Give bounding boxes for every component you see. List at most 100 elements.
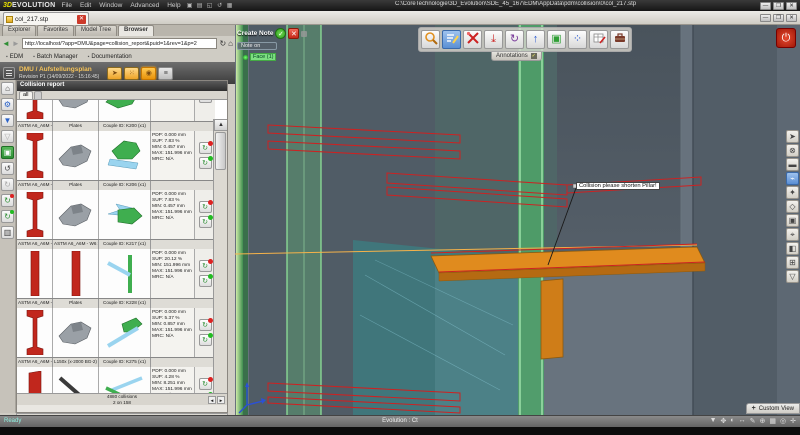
checkbox-icon[interactable]: ▣ <box>186 2 194 10</box>
reject-action-button[interactable]: ↻ <box>199 319 212 331</box>
collision-thumbnail[interactable] <box>99 308 151 357</box>
table-row[interactable]: ASTM A6_A6M - W6 x 15 ... Plates Couple … <box>17 181 215 240</box>
status-crosshair-icon[interactable]: ✛ <box>790 417 796 425</box>
part1-thumbnail[interactable] <box>17 367 53 393</box>
approve-action-button[interactable]: ↻ <box>199 334 212 346</box>
menu-window[interactable]: Window <box>99 2 122 9</box>
status-pan-icon[interactable]: ↔ <box>739 417 746 425</box>
filter-view-icon[interactable]: ▽ <box>786 270 799 283</box>
note-edit-icon[interactable] <box>442 30 461 49</box>
close-tab-icon[interactable]: ✕ <box>77 15 86 24</box>
minimize-button[interactable]: ― <box>760 2 771 10</box>
note-target-face[interactable]: Face (1) <box>243 53 287 61</box>
close-button[interactable]: ✕ <box>786 2 797 10</box>
undo-icon[interactable]: ↺ <box>216 2 224 10</box>
home-icon[interactable]: ⌂ <box>228 39 233 48</box>
measure-arrow-icon[interactable]: ⤓ <box>484 30 503 49</box>
menu-advanced[interactable]: Advanced <box>130 2 159 9</box>
status-filter-icon[interactable]: ▼ <box>710 417 717 425</box>
table-scrollbar[interactable]: ▲ ▼ <box>213 119 227 393</box>
status-clipboard-icon[interactable]: ▦ <box>769 417 776 425</box>
part2-thumbnail[interactable] <box>53 100 99 121</box>
refresh-icon[interactable]: ↻ <box>219 39 226 48</box>
link-documentation[interactable]: Documentation <box>88 54 132 60</box>
3d-viewport[interactable]: Create Note ✓ ✕ Note on Face (1) ⤓ <box>235 25 800 415</box>
part2-thumbnail[interactable] <box>53 190 99 239</box>
part1-thumbnail[interactable] <box>17 100 53 121</box>
report-tab-all[interactable]: all <box>19 91 33 99</box>
part2-thumbnail[interactable] <box>53 131 99 180</box>
annotations-tab[interactable]: Annotations ✓ <box>491 52 542 61</box>
confirm-note-button[interactable]: ✓ <box>275 28 286 39</box>
hamburger-menu-icon[interactable] <box>3 67 15 79</box>
collision-note-label[interactable]: Collision please shorten Pillar! <box>576 182 660 190</box>
approve-action-button[interactable]: ↻ <box>199 100 212 103</box>
tools-icon[interactable] <box>463 30 482 49</box>
document-tab[interactable]: col_217.stp ✕ <box>3 12 89 25</box>
filter-icon[interactable]: ▼ <box>1 114 14 127</box>
refresh-cycle-icon[interactable]: ↺ <box>1 162 14 175</box>
note-more-icon[interactable] <box>301 31 307 37</box>
menu-file[interactable]: File <box>62 2 72 9</box>
cancel-note-button[interactable]: ✕ <box>288 28 299 39</box>
approve-action-button[interactable]: ↻ <box>199 157 212 169</box>
table-row[interactable]: ASTM A6_A6M - W6 x 15 ... Plates Couple … <box>17 122 215 181</box>
green-column-edge[interactable] <box>236 25 243 415</box>
scroll-up-icon[interactable]: ▲ <box>214 119 227 131</box>
status-target-icon[interactable]: ◎ <box>780 417 786 425</box>
status-eye-icon[interactable]: ◐ <box>730 417 734 425</box>
tab-explorer[interactable]: Explorer <box>2 25 36 36</box>
active-check-icon[interactable]: ▣ <box>1 146 14 159</box>
status-red-icon[interactable]: ↻ <box>1 194 14 207</box>
section-icon[interactable]: ▬ <box>786 158 799 171</box>
tab-favorites[interactable]: Favorites <box>37 25 74 36</box>
image-capture-icon[interactable]: ▣ <box>786 214 799 227</box>
approve-action-button[interactable]: ↻ <box>199 216 212 228</box>
dark-slab-upper[interactable] <box>557 25 681 263</box>
annotations-check-icon[interactable]: ✓ <box>531 53 537 59</box>
grid-view-button[interactable]: ⁙ <box>124 67 139 80</box>
grid-panel-icon[interactable]: ⊞ <box>786 256 799 269</box>
part1-thumbnail[interactable] <box>17 190 53 239</box>
upload-icon[interactable]: ↑ <box>526 30 545 49</box>
3d-scene[interactable] <box>235 25 800 415</box>
tab-model-tree[interactable]: Model Tree <box>75 25 117 36</box>
options-button[interactable]: ≡ <box>158 67 173 80</box>
menu-edit[interactable]: Edit <box>80 2 91 9</box>
collision-tool-button[interactable]: ◉ <box>141 67 156 80</box>
home-page-icon[interactable]: ⌂ <box>1 82 14 95</box>
table-row[interactable]: ASTM A6_A6M - W6 x 15 ... Plates Couple … <box>17 299 215 358</box>
next-page-button[interactable]: ► <box>217 396 225 404</box>
layout-icon[interactable]: ◱ <box>206 2 214 10</box>
menu-help[interactable]: Help <box>167 2 180 9</box>
part1-thumbnail[interactable] <box>17 308 53 357</box>
collision-thumbnail[interactable] <box>99 131 151 180</box>
axis-icon[interactable]: ⌖ <box>786 228 799 241</box>
forward-icon[interactable]: ► <box>12 39 20 49</box>
copy-frame-icon[interactable]: ▣ <box>547 30 566 49</box>
prev-page-button[interactable]: ◄ <box>208 396 216 404</box>
magnifier-icon[interactable] <box>421 30 440 49</box>
status-gear-icon[interactable]: ⊕ <box>760 417 766 425</box>
deselect-icon[interactable]: ⊗ <box>786 144 799 157</box>
grid-icon[interactable]: ▦ <box>226 2 234 10</box>
doc-minimize-button[interactable]: ― <box>760 14 771 22</box>
magnet-snap-icon[interactable]: ⌁ <box>786 172 799 185</box>
table-row[interactable]: ASTM A6_A6M - W6 x 15 ... L150x (x-2000 … <box>17 358 215 393</box>
notes-grid-icon[interactable] <box>589 30 608 49</box>
open-folder-icon[interactable]: ▤ <box>196 2 204 10</box>
link-edm[interactable]: EDM <box>6 54 23 60</box>
refresh-cancel-icon[interactable]: ↻ <box>1 178 14 191</box>
reject-action-button[interactable]: ↻ <box>199 260 212 272</box>
green-column-2[interactable] <box>518 25 544 415</box>
custom-view-button[interactable]: + Custom View <box>746 403 800 414</box>
power-exit-button[interactable]: ⏻ <box>776 28 796 48</box>
part2-thumbnail[interactable] <box>53 308 99 357</box>
reject-action-button[interactable]: ↻ <box>199 378 212 390</box>
doc-close-button[interactable]: ✕ <box>786 14 797 22</box>
part1-thumbnail[interactable] <box>17 249 53 298</box>
rotate-icon[interactable]: ↻ <box>505 30 524 49</box>
note-on-label[interactable]: Note on <box>237 42 277 50</box>
select-bounds-icon[interactable]: ⁘ <box>568 30 587 49</box>
report-tab-add[interactable] <box>34 91 42 99</box>
